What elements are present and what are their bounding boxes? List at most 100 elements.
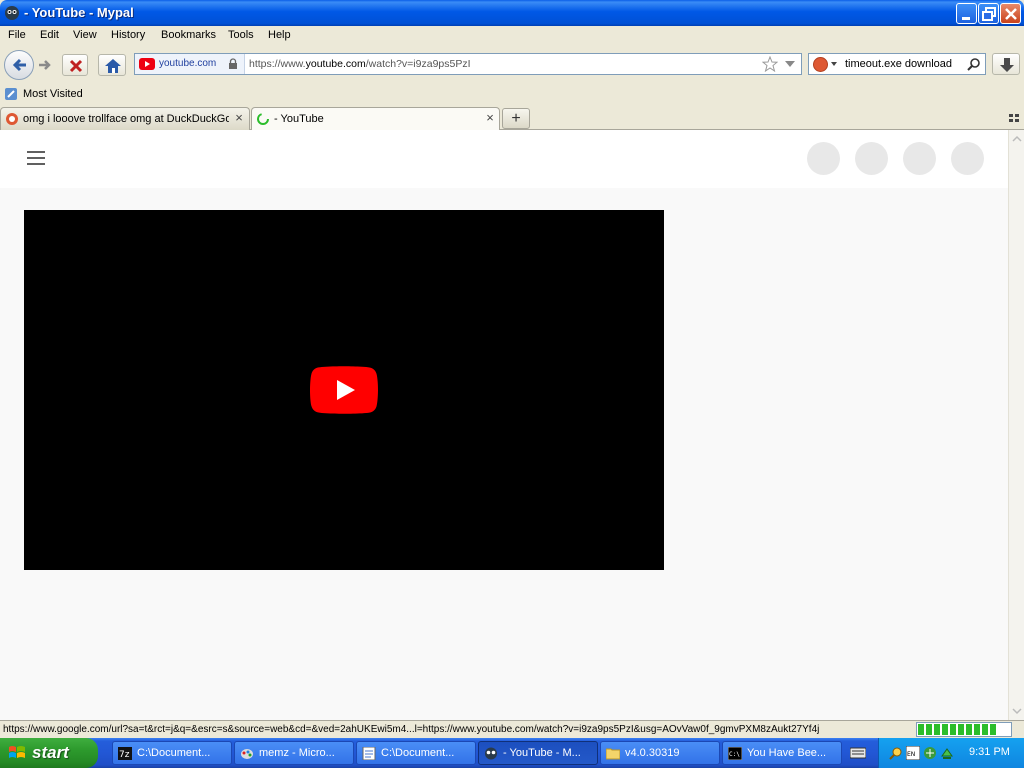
scroll-down-icon[interactable] [1011,705,1023,717]
minimize-button[interactable] [956,3,977,24]
tab-label: - YouTube [274,113,324,125]
address-bar[interactable]: youtube.com https://www.youtube.com/watc… [134,53,802,75]
bookmark-star-icon[interactable] [762,56,778,72]
menu-history[interactable]: History [111,29,145,41]
mypal-icon [485,747,497,760]
menu-tools[interactable]: Tools [228,29,254,41]
back-arrow-icon [12,58,26,72]
youtube-favicon-icon [139,58,155,70]
plus-icon: + [511,110,521,127]
menu-view[interactable]: View [73,29,97,41]
home-icon [105,59,121,73]
svg-text:EN: EN [907,751,915,758]
header-placeholder-circle [951,142,984,175]
taskbar-item-label: - YouTube - M... [503,747,581,759]
tab-close-icon[interactable]: × [484,111,496,124]
tab-close-icon[interactable]: × [233,111,245,124]
home-button[interactable] [98,54,126,76]
tab-duckduckgo[interactable]: omg i looove trollface omg at DuckDuckGo… [0,107,250,130]
taskbar-item-label: You Have Bee... [747,747,827,759]
loading-spinner-icon [257,113,269,125]
menu-help[interactable]: Help [268,29,291,41]
header-placeholder-circle [855,142,888,175]
taskbar-item-mypal[interactable]: - YouTube - M... [478,741,598,765]
safely-remove-hardware-icon[interactable] [940,746,954,760]
stop-button[interactable] [62,54,88,76]
taskbar-item-cmd[interactable]: C:\ You Have Bee... [722,741,842,765]
tab-youtube[interactable]: - YouTube × [251,107,500,131]
search-query[interactable]: timeout.exe download [845,58,952,70]
taskbar-item-folder[interactable]: v4.0.30319 [600,741,720,765]
search-icon[interactable] [967,57,981,71]
play-button-icon[interactable] [310,366,378,414]
lock-icon [229,58,237,69]
close-button[interactable] [1000,3,1021,24]
new-tab-button[interactable]: + [502,108,530,129]
duckduckgo-icon[interactable] [813,57,828,72]
start-button[interactable]: start [0,738,98,768]
bookmark-most-visited[interactable]: Most Visited [23,88,83,100]
url-dropdown-icon[interactable] [785,61,795,67]
magnifier-icon[interactable] [889,746,903,760]
start-label: start [32,743,69,762]
notepad-icon [362,747,376,760]
scroll-up-icon[interactable] [1011,133,1023,145]
menu-bookmarks[interactable]: Bookmarks [161,29,216,41]
ime-icon[interactable]: EN [906,746,920,760]
taskbar: start 7z C:\Document... memz - Micro... … [0,738,1024,768]
identity-domain: youtube.com [159,58,217,69]
navigation-toolbar: youtube.com https://www.youtube.com/watc… [0,46,1024,82]
menu-file[interactable]: File [8,29,26,41]
taskbar-item-label: C:\Document... [137,747,211,759]
svg-text:7z: 7z [119,750,130,760]
system-tray: EN 9:31 PM [878,738,1024,768]
taskbar-item-paint[interactable]: memz - Micro... [234,741,354,765]
stop-icon [69,59,83,73]
url-prefix: https://www. [249,58,306,70]
taskbar-item-notepad[interactable]: C:\Document... [356,741,476,765]
tab-strip: omg i looove trollface omg at DuckDuckGo… [0,106,1024,131]
url-path: /watch?v=i9za9ps5PzI [365,58,471,70]
taskbar-item-label: C:\Document... [381,747,455,759]
mypal-app-icon [5,6,19,20]
menu-edit[interactable]: Edit [40,29,59,41]
forward-arrow-icon [39,60,51,70]
menu-bar: File Edit View History Bookmarks Tools H… [0,26,1024,46]
site-identity[interactable]: youtube.com [135,54,245,74]
network-icon[interactable] [923,746,937,760]
download-arrow-icon [1000,58,1014,72]
url-host: youtube.com [305,58,366,70]
progress-fill [918,724,997,735]
status-text: https://www.google.com/url?sa=t&rct=j&q=… [3,724,820,735]
tab-list-icon[interactable] [1008,112,1020,124]
page-content [0,130,1008,720]
header-placeholder-circle [807,142,840,175]
window-title: - YouTube - Mypal [24,5,134,20]
header-placeholder-circle [903,142,936,175]
url-text[interactable]: https://www.youtube.com/watch?v=i9za9ps5… [249,58,471,70]
folder-icon [606,748,620,760]
paint-icon [241,749,253,759]
vertical-scrollbar[interactable] [1008,130,1024,720]
search-bar[interactable]: timeout.exe download [808,53,986,75]
title-bar[interactable]: - YouTube - Mypal [0,0,1024,26]
maximize-button[interactable] [978,3,999,24]
back-button[interactable] [4,50,34,80]
forward-button[interactable] [34,55,56,75]
keyboard-icon[interactable] [850,746,866,760]
taskbar-item-label: v4.0.30319 [625,747,680,759]
search-engine-dropdown-icon[interactable] [831,62,837,66]
loading-progress-bar [916,722,1012,737]
bookmarks-toolbar: Most Visited [0,84,1024,106]
svg-text:C:\: C:\ [729,751,740,758]
video-player[interactable] [24,210,664,570]
youtube-header [0,130,1008,188]
taskbar-item-label: memz - Micro... [259,747,335,759]
hamburger-menu-icon[interactable] [27,151,45,165]
restore-icon [982,7,996,21]
tab-label: omg i looove trollface omg at DuckDuckGo [23,113,229,125]
taskbar-item-7zip[interactable]: 7z C:\Document... [112,741,232,765]
7zip-icon: 7z [118,747,132,760]
duckduckgo-favicon-icon [6,113,18,125]
downloads-button[interactable] [992,53,1020,75]
